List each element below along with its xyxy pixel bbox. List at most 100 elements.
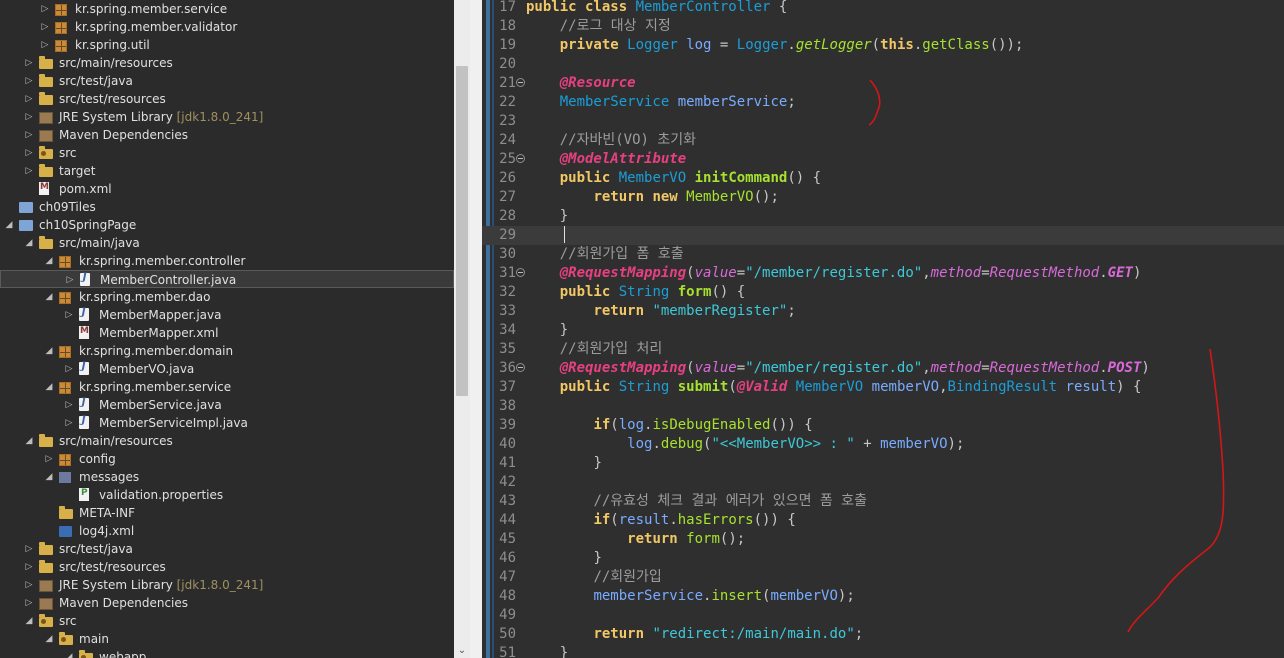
tree-item[interactable]: ▷ src/main/resources	[0, 54, 454, 72]
code-line[interactable]: 26 public MemberVO initCommand() {	[482, 169, 1284, 188]
collapsed-arrow-icon[interactable]: ▷	[44, 450, 54, 468]
tree-item[interactable]: log4j.xml	[0, 522, 454, 540]
tree-item[interactable]: ◢ src/main/java	[0, 234, 454, 252]
code-line[interactable]: 30 //회원가입 폼 호출	[482, 245, 1284, 264]
code-line[interactable]: 22 MemberService memberService;	[482, 93, 1284, 112]
code-line[interactable]: 45 return form();	[482, 530, 1284, 549]
tree-item[interactable]: ▷ Maven Dependencies	[0, 126, 454, 144]
tree-item[interactable]: ◢ src/main/resources	[0, 432, 454, 450]
tree-item[interactable]: ▷ src/test/resources	[0, 90, 454, 108]
panel-separator[interactable]	[470, 0, 482, 658]
code-line[interactable]: 31 @RequestMapping(value="/member/regist…	[482, 264, 1284, 283]
collapsed-arrow-icon[interactable]: ▷	[65, 271, 75, 289]
expanded-arrow-icon[interactable]: ◢	[44, 342, 54, 360]
collapsed-arrow-icon[interactable]: ▷	[24, 144, 34, 162]
collapsed-arrow-icon[interactable]: ▷	[24, 126, 34, 144]
tree-item[interactable]: ch09Tiles	[0, 198, 454, 216]
code-line[interactable]: 19 private Logger log = Logger.getLogger…	[482, 36, 1284, 55]
code-line[interactable]: 25 @ModelAttribute	[482, 150, 1284, 169]
code-line[interactable]: 29	[482, 226, 1284, 245]
tree-item[interactable]: ◢ messages	[0, 468, 454, 486]
tree-item[interactable]: ▷ src	[0, 144, 454, 162]
code-line[interactable]: 21 @Resource	[482, 74, 1284, 93]
tree-item[interactable]: ▷ src/test/java	[0, 540, 454, 558]
expanded-arrow-icon[interactable]: ◢	[44, 468, 54, 486]
fold-collapse-icon[interactable]	[516, 78, 525, 87]
expanded-arrow-icon[interactable]: ◢	[24, 234, 34, 252]
tree-item[interactable]: ▷ config	[0, 450, 454, 468]
tree-item[interactable]: ◢ kr.spring.member.service	[0, 378, 454, 396]
collapsed-arrow-icon[interactable]: ▷	[24, 72, 34, 90]
tree-item[interactable]: ◢ kr.spring.member.domain	[0, 342, 454, 360]
tree-item[interactable]: ▷ MemberController.java	[0, 270, 454, 288]
code-line[interactable]: 35 //회원가입 처리	[482, 340, 1284, 359]
collapsed-arrow-icon[interactable]: ▷	[40, 36, 50, 54]
code-line[interactable]: 43 //유효성 체크 결과 에러가 있으면 폼 호출	[482, 492, 1284, 511]
expanded-arrow-icon[interactable]: ◢	[24, 432, 34, 450]
fold-collapse-icon[interactable]	[516, 268, 525, 277]
tree-item[interactable]: ▷ src/test/resources	[0, 558, 454, 576]
code-line[interactable]: 36 @RequestMapping(value="/member/regist…	[482, 359, 1284, 378]
expanded-arrow-icon[interactable]: ◢	[44, 378, 54, 396]
code-editor[interactable]: 17 public class MemberController {18 //로그…	[482, 0, 1284, 658]
code-line[interactable]: 32 public String form() {	[482, 283, 1284, 302]
code-line[interactable]: 28 }	[482, 207, 1284, 226]
expanded-arrow-icon[interactable]: ◢	[64, 648, 74, 658]
collapsed-arrow-icon[interactable]: ▷	[24, 558, 34, 576]
expanded-arrow-icon[interactable]: ◢	[44, 288, 54, 306]
fold-collapse-icon[interactable]	[516, 363, 525, 372]
code-line[interactable]: 49	[482, 606, 1284, 625]
collapsed-arrow-icon[interactable]: ▷	[24, 90, 34, 108]
collapsed-arrow-icon[interactable]: ▷	[64, 396, 74, 414]
scrollbar-thumb[interactable]	[456, 66, 468, 396]
tree-item[interactable]: ▷ src/test/java	[0, 72, 454, 90]
tree-item[interactable]: META-INF	[0, 504, 454, 522]
code-line[interactable]: 50 return "redirect:/main/main.do";	[482, 625, 1284, 644]
code-line[interactable]: 39 if(log.isDebugEnabled()) {	[482, 416, 1284, 435]
tree-item[interactable]: validation.properties	[0, 486, 454, 504]
collapsed-arrow-icon[interactable]: ▷	[40, 18, 50, 36]
collapsed-arrow-icon[interactable]: ▷	[24, 108, 34, 126]
collapsed-arrow-icon[interactable]: ▷	[24, 576, 34, 594]
expanded-arrow-icon[interactable]: ◢	[44, 252, 54, 270]
collapsed-arrow-icon[interactable]: ▷	[24, 162, 34, 180]
code-line[interactable]: 34 }	[482, 321, 1284, 340]
tree-item[interactable]: MemberMapper.xml	[0, 324, 454, 342]
tree-item[interactable]: ◢ main	[0, 630, 454, 648]
fold-collapse-icon[interactable]	[516, 154, 525, 163]
collapsed-arrow-icon[interactable]: ▷	[64, 306, 74, 324]
expanded-arrow-icon[interactable]: ◢	[44, 630, 54, 648]
code-line[interactable]: 46 }	[482, 549, 1284, 568]
code-line[interactable]: 47 //회원가입	[482, 568, 1284, 587]
tree-item[interactable]: ▷ MemberServiceImpl.java	[0, 414, 454, 432]
collapsed-arrow-icon[interactable]: ▷	[40, 0, 50, 18]
code-line[interactable]: 20	[482, 55, 1284, 74]
code-line[interactable]: 38	[482, 397, 1284, 416]
code-line[interactable]: 48 memberService.insert(memberVO);	[482, 587, 1284, 606]
code-line[interactable]: 17 public class MemberController {	[482, 0, 1284, 17]
tree-item[interactable]: ▷ JRE System Library [jdk1.8.0_241]	[0, 108, 454, 126]
tree-item[interactable]: ◢ src	[0, 612, 454, 630]
collapsed-arrow-icon[interactable]: ▷	[24, 540, 34, 558]
expanded-arrow-icon[interactable]: ◢	[4, 216, 14, 234]
collapsed-arrow-icon[interactable]: ▷	[64, 414, 74, 432]
collapsed-arrow-icon[interactable]: ▷	[24, 54, 34, 72]
code-line[interactable]: 42	[482, 473, 1284, 492]
tree-item[interactable]: pom.xml	[0, 180, 454, 198]
scroll-down-arrow-icon[interactable]: ⌄	[454, 644, 470, 658]
collapsed-arrow-icon[interactable]: ▷	[24, 594, 34, 612]
tree-item[interactable]: ▷ JRE System Library [jdk1.8.0_241]	[0, 576, 454, 594]
code-line[interactable]: 51 }	[482, 644, 1284, 658]
tree-item[interactable]: ▷ kr.spring.member.validator	[0, 18, 454, 36]
tree-item[interactable]: ▷ kr.spring.member.service	[0, 0, 454, 18]
tree-item[interactable]: ▷ MemberMapper.java	[0, 306, 454, 324]
tree-item[interactable]: ▷ target	[0, 162, 454, 180]
tree-item[interactable]: ▷ MemberService.java	[0, 396, 454, 414]
tree-item[interactable]: ◢ webapp	[0, 648, 454, 658]
code-line[interactable]: 23	[482, 112, 1284, 131]
code-line[interactable]: 44 if(result.hasErrors()) {	[482, 511, 1284, 530]
collapsed-arrow-icon[interactable]: ▷	[64, 360, 74, 378]
tree-item[interactable]: ▷ kr.spring.util	[0, 36, 454, 54]
tree-item[interactable]: ▷ Maven Dependencies	[0, 594, 454, 612]
code-line[interactable]: 40 log.debug("<<MemberVO>> : " + memberV…	[482, 435, 1284, 454]
